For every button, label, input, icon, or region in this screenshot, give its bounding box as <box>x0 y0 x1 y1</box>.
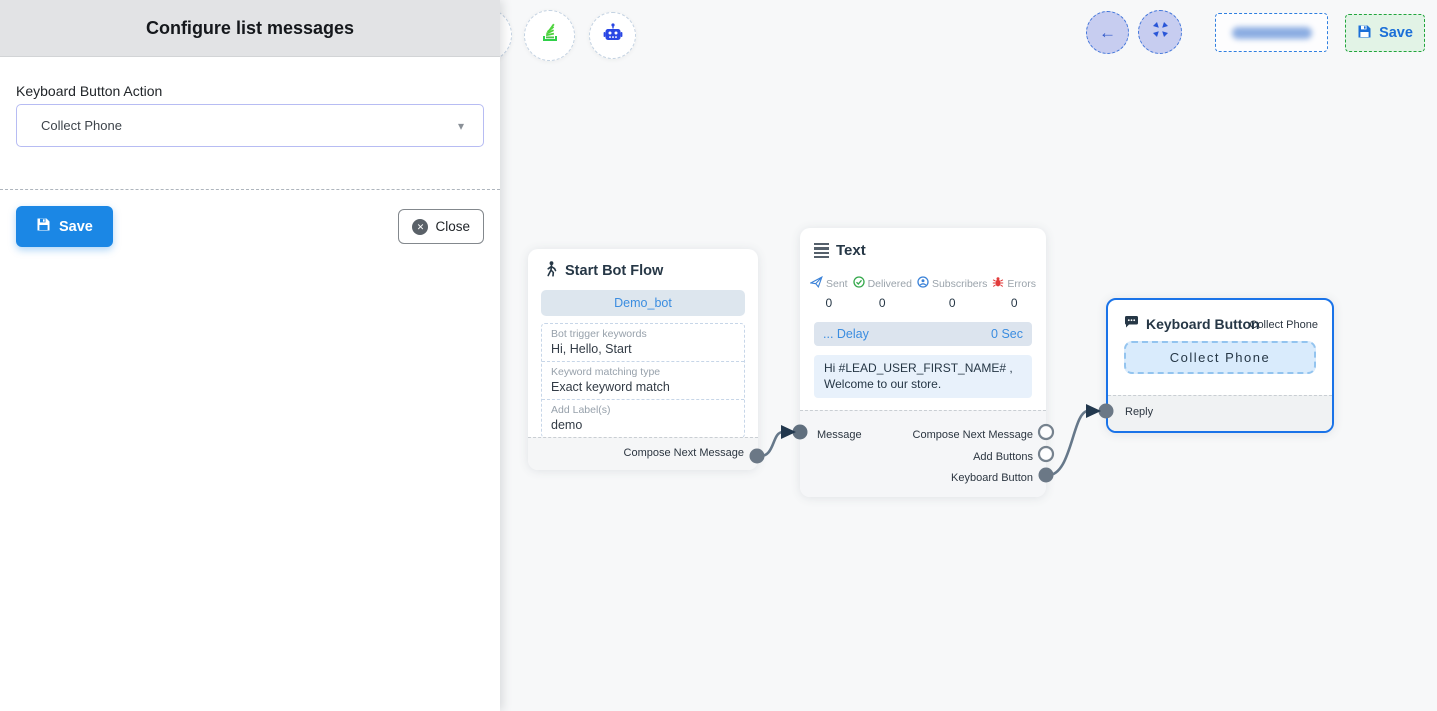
floppy-icon <box>1357 24 1372 43</box>
field-value: Hi, Hello, Start <box>551 342 735 356</box>
stat-value: 0 <box>825 296 832 310</box>
stack-flows-button[interactable] <box>524 10 575 61</box>
delay-label: ... Delay <box>823 327 869 341</box>
configure-panel: Configure list messages Keyboard Button … <box>0 0 500 711</box>
stat-label: Sent <box>826 278 848 290</box>
stat-label: Delivered <box>868 278 912 290</box>
divider <box>0 189 500 190</box>
stat-label: Errors <box>1007 278 1036 290</box>
stat-delivered: Delivered 0 <box>853 276 912 310</box>
node-title-label: Start Bot Flow <box>565 263 663 279</box>
stat-subscribers: Subscribers 0 <box>917 276 987 310</box>
collect-phone-button[interactable]: Collect Phone <box>1124 341 1316 374</box>
flow-canvas[interactable]: ← Save <box>500 0 1437 711</box>
stat-sent: Sent 0 <box>810 276 848 310</box>
walking-person-icon <box>544 261 558 281</box>
field-trigger-keywords[interactable]: Bot trigger keywords Hi, Hello, Start <box>542 324 744 362</box>
field-label: Keyword matching type <box>551 366 735 378</box>
chevron-down-icon: ▾ <box>458 119 483 133</box>
node-text-message[interactable]: Text Sent 0 <box>800 228 1046 497</box>
field-matching-type[interactable]: Keyword matching type Exact keyword matc… <box>542 362 744 400</box>
close-icon: ✕ <box>412 219 428 235</box>
person-circle-icon <box>917 276 929 291</box>
fit-view-button[interactable] <box>1138 10 1182 54</box>
bug-icon <box>992 276 1004 291</box>
node-footer: Message Compose Next Message Add Buttons… <box>800 410 1046 497</box>
close-label: Close <box>435 219 470 234</box>
edge-arrowhead <box>781 425 796 439</box>
delay-row[interactable]: ... Delay 0 Sec <box>814 322 1032 346</box>
delay-value: 0 Sec <box>991 327 1023 341</box>
stat-label: Subscribers <box>932 278 987 290</box>
field-value: Exact keyword match <box>551 380 735 394</box>
panel-title: Configure list messages <box>146 18 354 39</box>
field-label: Bot trigger keywords <box>551 328 735 340</box>
panel-header: Configure list messages <box>0 0 500 57</box>
node-title-label: Text <box>836 242 866 259</box>
node-start-bot-flow[interactable]: Start Bot Flow Demo_bot Bot trigger keyw… <box>528 249 758 470</box>
field-value: demo <box>551 418 735 432</box>
field-add-labels[interactable]: Add Label(s) demo <box>542 400 744 437</box>
compress-icon <box>1152 21 1169 43</box>
floppy-icon <box>36 217 51 236</box>
chat-bubble-icon <box>1124 315 1139 332</box>
robot-icon <box>601 21 625 50</box>
flow-save-label: Save <box>1379 25 1413 41</box>
redacted-label <box>1232 27 1312 39</box>
message-text: Hi #LEAD_USER_FIRST_NAME# , Welcome to o… <box>824 361 1013 391</box>
message-preview[interactable]: Hi #LEAD_USER_FIRST_NAME# , Welcome to o… <box>814 355 1032 398</box>
field-label: Add Label(s) <box>551 404 735 416</box>
output-port-label: Add Buttons <box>973 451 1033 463</box>
bot-button[interactable] <box>589 12 636 59</box>
node-keyboard-button[interactable]: Keyboard Button Collect Phone Collect Ph… <box>1106 298 1334 433</box>
output-port-label: Compose Next Message <box>913 429 1033 441</box>
node-title-label: Keyboard Button <box>1146 316 1260 332</box>
close-button[interactable]: ✕ Close <box>398 209 484 244</box>
stat-errors: Errors 0 <box>992 276 1036 310</box>
keyboard-action-select[interactable]: Collect Phone ▾ <box>16 104 484 147</box>
paper-plane-icon <box>810 276 823 291</box>
collect-phone-label: Collect Phone <box>1170 350 1270 365</box>
node-footer: Compose Next Message <box>528 437 758 470</box>
stack-icon <box>539 22 561 49</box>
edge-start-to-text <box>757 432 783 456</box>
output-port-label: Compose Next Message <box>624 447 744 459</box>
output-port-label: Keyboard Button <box>951 472 1033 484</box>
keyboard-action-label: Keyboard Button Action <box>16 83 162 99</box>
redacted-action-button[interactable] <box>1215 13 1328 52</box>
input-port-label: Reply <box>1125 406 1153 418</box>
edge-arrowhead <box>1086 404 1101 418</box>
back-button[interactable]: ← <box>1086 11 1129 54</box>
stats-row: Sent 0 Delivered 0 <box>800 276 1046 310</box>
stat-value: 0 <box>1011 296 1018 310</box>
stat-value: 0 <box>879 296 886 310</box>
save-button[interactable]: Save <box>16 206 113 247</box>
select-value: Collect Phone <box>17 118 458 133</box>
bot-name-pill[interactable]: Demo_bot <box>541 290 745 316</box>
input-port-label: Message <box>817 429 862 441</box>
keyboard-action-label: Collect Phone <box>1250 319 1319 331</box>
stat-value: 0 <box>949 296 956 310</box>
flow-save-button[interactable]: Save <box>1345 14 1425 52</box>
bot-config-fields: Bot trigger keywords Hi, Hello, Start Ke… <box>541 323 745 438</box>
check-circle-icon <box>853 276 865 291</box>
bot-name-label: Demo_bot <box>614 296 672 310</box>
edge-text-to-keyboard <box>1046 411 1088 475</box>
back-arrow-icon: ← <box>1099 23 1116 43</box>
node-footer: Reply <box>1108 395 1332 431</box>
save-label: Save <box>59 219 93 235</box>
text-lines-icon <box>814 243 829 258</box>
